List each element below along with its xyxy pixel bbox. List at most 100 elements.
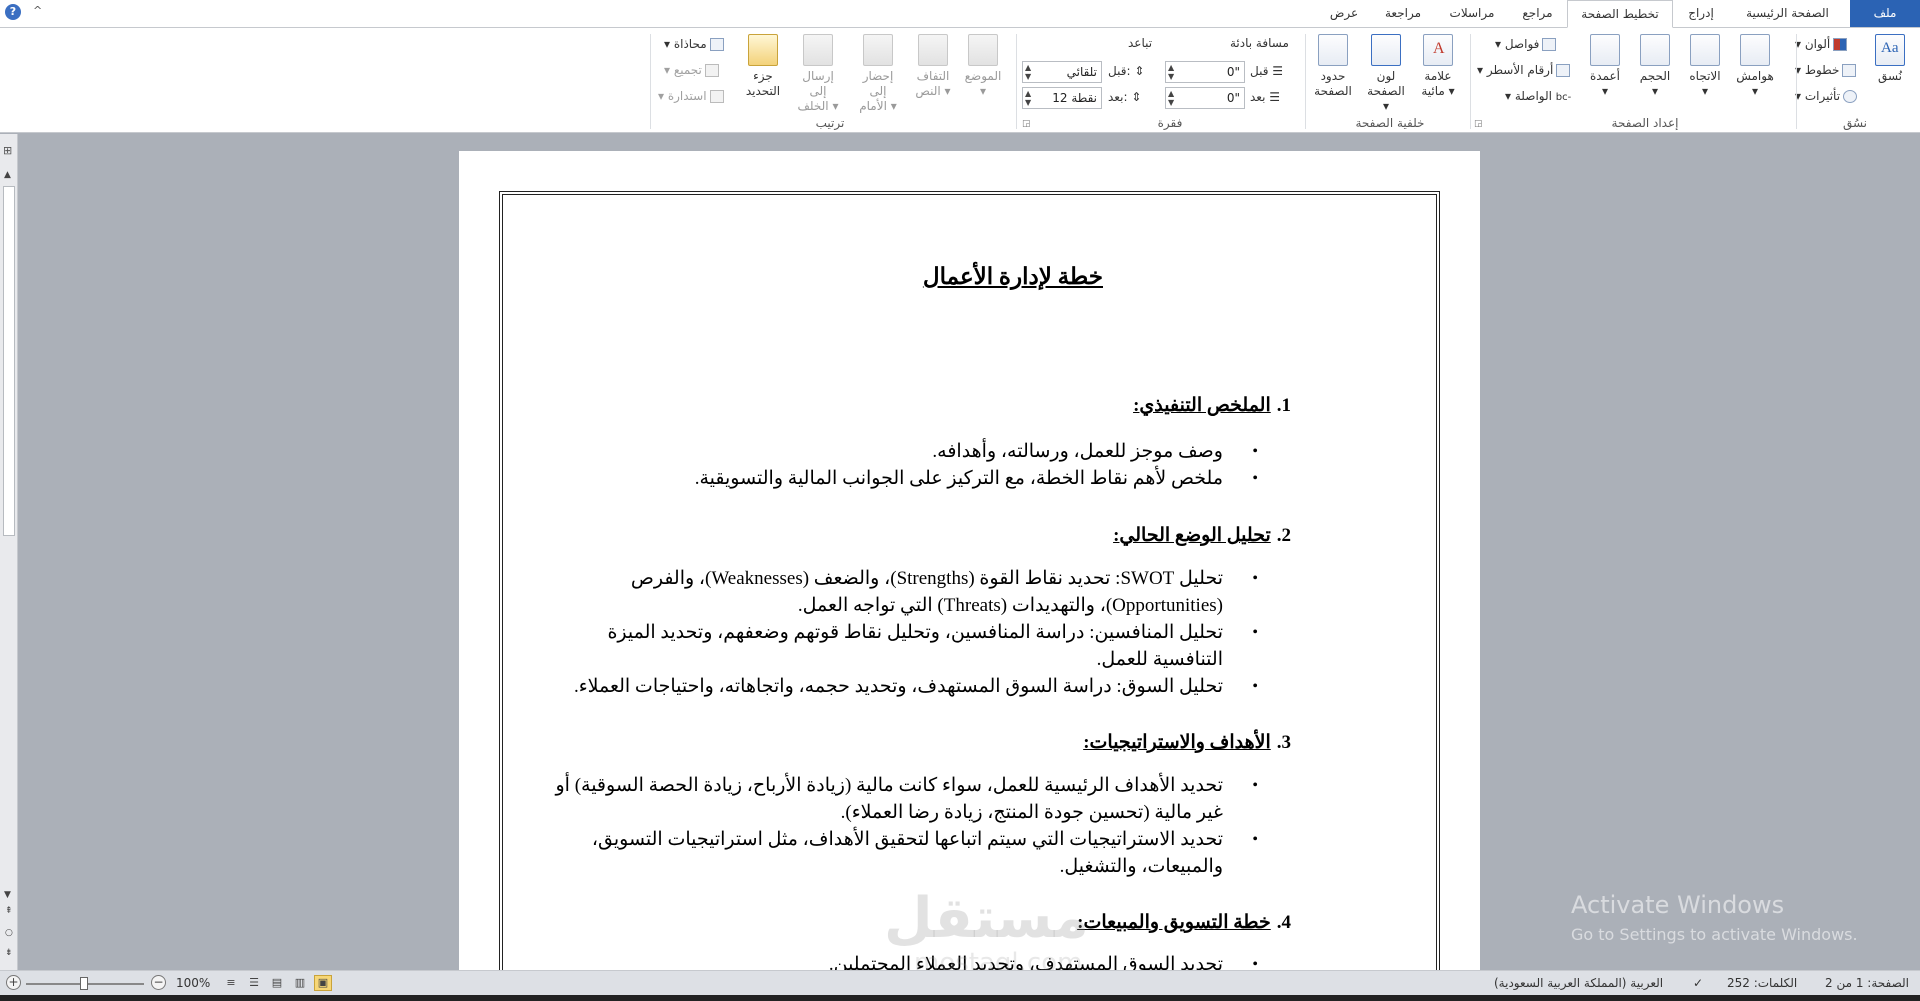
align-button[interactable]: ▾ محاذاة: [664, 34, 724, 54]
page-color-button[interactable]: لون الصفحة ▾: [1363, 34, 1409, 114]
orientation-button[interactable]: الاتجاه ▾: [1682, 34, 1728, 99]
word-count[interactable]: الكلمات: 252: [1727, 976, 1797, 990]
themes-icon: Aa: [1875, 34, 1905, 66]
theme-effects-button[interactable]: ▾ تأثيرات: [1795, 86, 1858, 106]
spin-arrows-icon: ▲ ▼: [1025, 89, 1032, 107]
document-canvas: خطة لإدارة الأعمال 1.الملخص التنفيذي: وص…: [19, 134, 1920, 970]
indent-before-input[interactable]: ▲ ▼ 0": [1165, 61, 1245, 83]
send-backward-button[interactable]: إرسال إلى الخلف ▾: [795, 34, 841, 114]
theme-effects-label: تأثيرات: [1804, 89, 1841, 103]
themes-group-label: نسُق: [1842, 116, 1868, 130]
theme-fonts-button[interactable]: ▾ خطوط: [1795, 60, 1857, 80]
activate-windows-subtitle: Go to Settings to activate Windows.: [1571, 925, 1858, 944]
bullet-list: تحليل SWOT: تحديد نقاط القوة (Strengths)…: [541, 565, 1291, 700]
language-indicator[interactable]: العربية (المملكة العربية السعودية): [1494, 976, 1663, 990]
vertical-scrollbar-thumb[interactable]: [3, 186, 15, 536]
line-numbers-button[interactable]: ▾ أرقام الأسطر: [1477, 60, 1571, 80]
align-label: محاذاة: [673, 37, 707, 51]
hyphenation-button[interactable]: ▾ الواصلة bc-: [1505, 86, 1571, 106]
watermark-icon: A: [1423, 34, 1453, 66]
page-color-icon: [1371, 34, 1401, 66]
section-heading-text: الأهداف والاستراتيجيات:: [1083, 732, 1271, 753]
spin-arrows-icon: ▲ ▼: [1168, 89, 1175, 107]
outline-view-icon[interactable]: ☰: [245, 975, 263, 991]
themes-label: نُسق: [1877, 69, 1903, 83]
hyphenation-label: الواصلة: [1514, 89, 1552, 103]
fonts-icon: [1842, 64, 1857, 77]
tab-mailings[interactable]: مراسلات: [1437, 0, 1507, 27]
page-color-label: لون الصفحة: [1367, 69, 1405, 98]
tab-review[interactable]: مراجعة: [1372, 0, 1434, 27]
indent-after-input[interactable]: ▲ ▼ 0": [1165, 87, 1245, 109]
section-number: 3.: [1276, 732, 1291, 753]
orientation-icon: [1690, 34, 1720, 66]
tab-file[interactable]: ملف: [1850, 0, 1920, 27]
page-setup-group-label: إعداد الصفحة: [1611, 116, 1679, 130]
bring-forward-button[interactable]: إحضار إلى الأمام ▾: [855, 34, 901, 114]
ribbon-tab-bar: ? ^ ملف الصفحة الرئيسية إدراج تخطيط الصف…: [0, 0, 1920, 28]
taskbar-edge: [0, 995, 1920, 1001]
tab-view[interactable]: عرض: [1318, 0, 1370, 27]
group-separator: [1305, 34, 1306, 129]
margins-icon: [1740, 34, 1770, 66]
page-borders-button[interactable]: حدود الصفحة: [1310, 34, 1356, 99]
tab-references[interactable]: مراجع: [1510, 0, 1565, 27]
columns-button[interactable]: أعمدة ▾: [1582, 34, 1628, 99]
group-button[interactable]: ▾ تجميع: [664, 60, 719, 80]
full-screen-reading-icon[interactable]: ▥: [291, 975, 309, 991]
tab-home[interactable]: الصفحة الرئيسية: [1730, 0, 1845, 27]
paragraph-launcher-icon[interactable]: ◲: [1022, 114, 1031, 134]
scroll-up-icon[interactable]: ▲: [4, 170, 11, 180]
position-button[interactable]: الموضع ▾: [960, 34, 1006, 99]
zoom-out-icon[interactable]: −: [151, 975, 166, 990]
margins-button[interactable]: هوامش ▾: [1732, 34, 1778, 99]
tab-page-layout[interactable]: تخطيط الصفحة: [1567, 0, 1673, 28]
spacing-before-input[interactable]: ▲ ▼ تلقائي: [1022, 61, 1102, 83]
watermark-button[interactable]: A علامة مائية ▾: [1415, 34, 1461, 99]
draft-view-icon[interactable]: ≡: [222, 975, 240, 991]
selection-pane-icon: [748, 34, 778, 66]
browse-object-icon[interactable]: ○: [5, 928, 13, 938]
zoom-slider-thumb[interactable]: [80, 977, 88, 990]
selection-pane-label: جزء التحديد: [745, 69, 781, 98]
scroll-down-icon[interactable]: ▼: [4, 890, 11, 900]
proofing-icon[interactable]: ✓: [1693, 976, 1703, 990]
watermark-logo: مستقل: [884, 886, 1089, 951]
activate-windows-notice: Activate Windows Go to Settings to activ…: [1571, 891, 1858, 944]
collapse-ribbon-icon[interactable]: ^: [33, 4, 42, 17]
view-ruler-icon[interactable]: ⊞: [3, 144, 12, 157]
theme-colors-label: ألوان: [1804, 37, 1831, 51]
web-layout-icon[interactable]: ▤: [268, 975, 286, 991]
next-page-icon[interactable]: ⇟: [5, 948, 13, 958]
help-icon[interactable]: ?: [5, 4, 21, 20]
document-page[interactable]: خطة لإدارة الأعمال 1.الملخص التنفيذي: وص…: [459, 151, 1480, 970]
spin-arrows-icon: ▲ ▼: [1025, 63, 1032, 81]
zoom-level[interactable]: 100%: [176, 976, 210, 990]
theme-colors-button[interactable]: ▾ ألوان: [1795, 34, 1848, 54]
size-button[interactable]: الحجم ▾: [1632, 34, 1678, 99]
section-heading-text: خطة التسويق والمبيعات:: [1077, 912, 1271, 933]
wrap-text-button[interactable]: التفاف النص ▾: [910, 34, 956, 99]
print-layout-icon[interactable]: ▣: [314, 975, 332, 991]
page-setup-launcher-icon[interactable]: ◲: [1474, 114, 1483, 134]
section-heading: 4.خطة التسويق والمبيعات:: [1077, 911, 1291, 934]
size-icon: [1640, 34, 1670, 66]
tab-insert[interactable]: إدراج: [1675, 0, 1727, 27]
page-indicator[interactable]: الصفحة: 1 من 2: [1825, 976, 1909, 990]
spacing-after-input[interactable]: ▲ ▼ 12 نقطة: [1022, 87, 1102, 109]
list-item: تحليل المنافسين: دراسة المنافسين، وتحليل…: [541, 619, 1291, 673]
dropdown-arrow-icon: ▾: [1751, 84, 1759, 98]
spacing-after-icon: ⇕: [1131, 90, 1142, 104]
rotate-button[interactable]: ▾ استدارة: [658, 86, 724, 106]
orientation-label: الاتجاه: [1689, 69, 1721, 83]
themes-button[interactable]: Aa نُسق: [1867, 34, 1913, 84]
breaks-button[interactable]: ▾ فواصل: [1495, 34, 1557, 54]
line-numbers-label: أرقام الأسطر: [1486, 63, 1554, 77]
watermark-label: علامة مائية: [1421, 69, 1452, 98]
zoom-in-icon[interactable]: +: [6, 975, 21, 990]
previous-page-icon[interactable]: ⇞: [5, 906, 13, 916]
watermark-url: mostaql.com: [914, 948, 1083, 970]
selection-pane-button[interactable]: جزء التحديد: [740, 34, 786, 99]
dropdown-arrow-icon: ▾: [1601, 84, 1609, 98]
activate-windows-title: Activate Windows: [1571, 891, 1785, 919]
